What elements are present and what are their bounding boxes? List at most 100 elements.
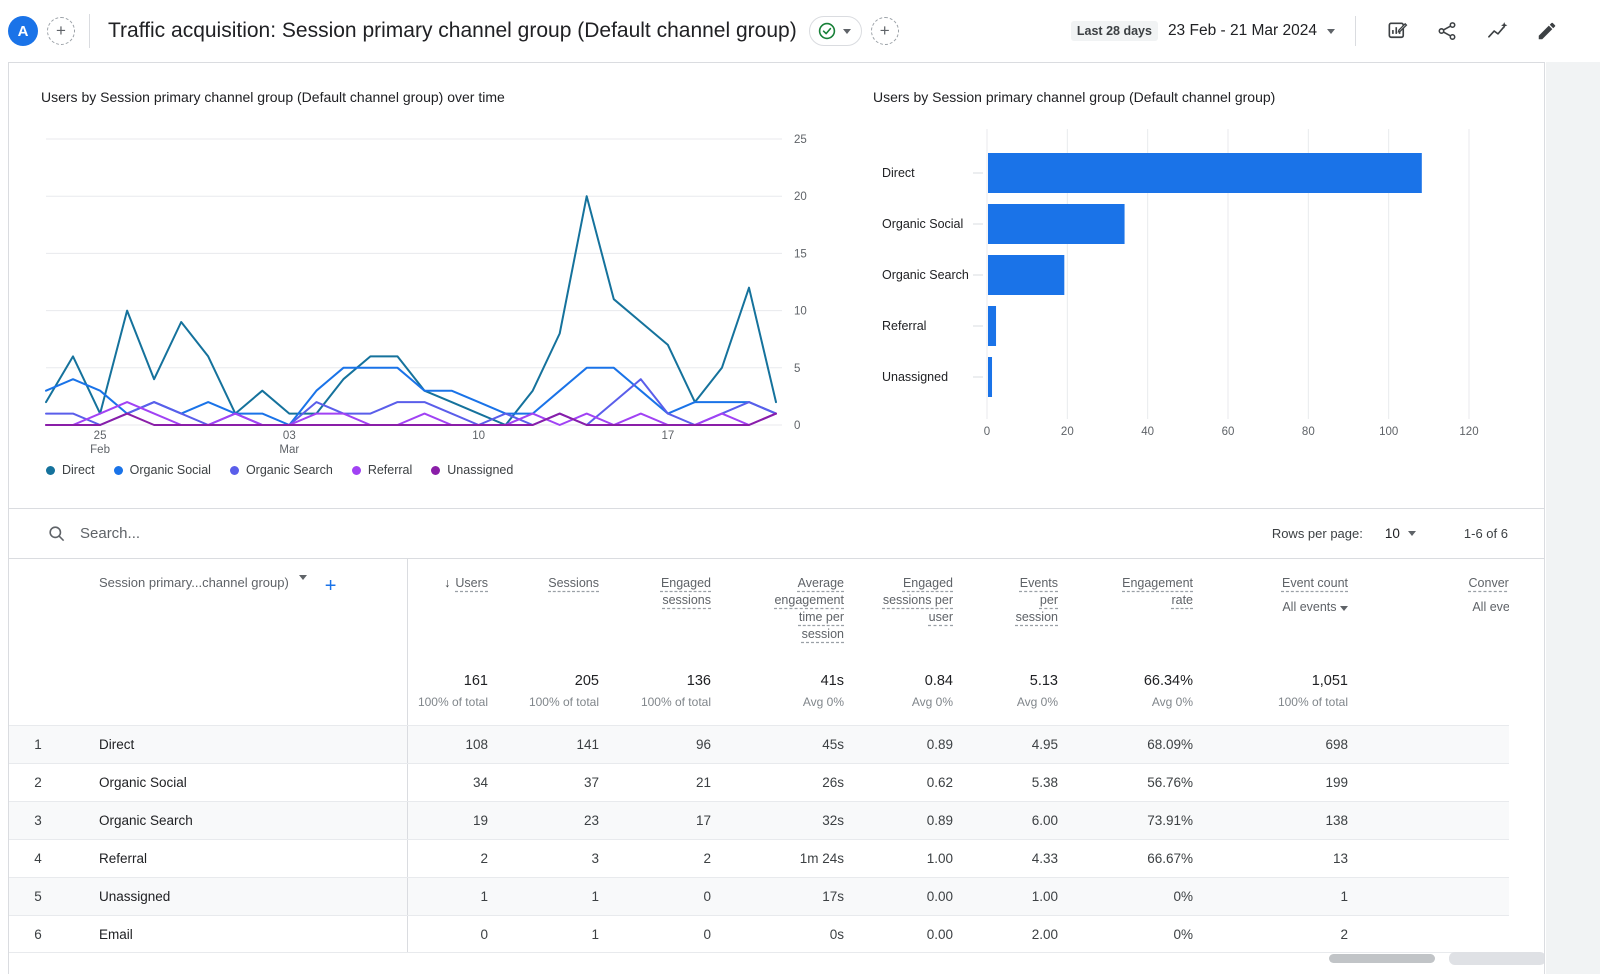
- svg-text:0: 0: [984, 426, 990, 438]
- legend-item[interactable]: Referral: [351, 463, 412, 477]
- add-comparison-button[interactable]: +: [47, 17, 75, 45]
- table-cell: 0%: [1173, 926, 1193, 942]
- totals-caption: 100% of total: [640, 695, 711, 709]
- search-input[interactable]: [80, 525, 380, 542]
- legend-item[interactable]: Unassigned: [431, 463, 513, 477]
- event-filter-select[interactable]: All events: [1368, 599, 1509, 616]
- column-header-label: Events per session: [1015, 576, 1058, 624]
- table-cell: 0.62: [926, 775, 953, 790]
- svg-text:5: 5: [794, 363, 800, 375]
- totals-caption: Avg 0%: [802, 695, 844, 709]
- insights-icon[interactable]: [1485, 19, 1509, 43]
- table-cell: 23: [583, 813, 599, 828]
- totals-caption: 100% of total: [528, 695, 599, 709]
- column-header-engagement-rate[interactable]: Engagement rate: [1074, 559, 1209, 663]
- svg-text:Mar: Mar: [279, 444, 299, 453]
- totals-value: 161: [463, 673, 488, 689]
- table-cell: 0%: [1173, 889, 1193, 904]
- table-cell: 96: [695, 737, 711, 752]
- table-cell: 698: [1325, 737, 1348, 752]
- event-filter-select[interactable]: All events: [1213, 599, 1348, 616]
- table-cell: 1: [1340, 889, 1348, 904]
- totals-value: 205: [574, 673, 599, 689]
- date-range-preset: Last 28 days: [1070, 21, 1158, 41]
- svg-text:Organic Search: Organic Search: [882, 268, 969, 282]
- column-header-event-count[interactable]: Event count All events: [1209, 559, 1364, 663]
- svg-text:10: 10: [794, 306, 807, 318]
- column-header-label: Conversions: [1468, 576, 1509, 590]
- add-dimension-icon[interactable]: +: [325, 575, 337, 598]
- totals-cell: 66.34% Avg 0%: [1074, 663, 1209, 725]
- divider: [1355, 16, 1356, 46]
- table-row: 2 Organic Social 34 37 21 26s 0.62 5.38 56.76% 19…: [9, 763, 1509, 801]
- column-header-events-per-session[interactable]: Events per session: [969, 559, 1074, 663]
- svg-text:17: 17: [661, 430, 674, 442]
- table-cell: 37: [583, 775, 599, 790]
- chevron-down-icon[interactable]: [298, 575, 307, 580]
- date-range-picker[interactable]: 23 Feb - 21 Mar 2024: [1168, 22, 1317, 40]
- svg-text:20: 20: [794, 191, 807, 203]
- svg-text:Referral: Referral: [882, 319, 926, 333]
- row-number: 3: [34, 813, 42, 828]
- column-header-engaged-sessions-per-user[interactable]: Engaged sessions per user: [860, 559, 969, 663]
- sort-descending-icon[interactable]: ↓: [444, 575, 450, 592]
- chevron-down-icon[interactable]: [1327, 28, 1335, 34]
- column-header-users[interactable]: ↓ Users: [407, 559, 504, 663]
- table-row: 1 Direct 108 141 96 45s 0.89 4.95 68.09% 698: [9, 725, 1509, 763]
- horizontal-scrollbar-thumb[interactable]: [1329, 954, 1435, 963]
- legend-item[interactable]: Direct: [46, 463, 95, 477]
- channel-name: Organic Search: [99, 813, 193, 828]
- charts-section: Users by Session primary channel group (…: [9, 63, 1544, 509]
- column-header-sessions[interactable]: Sessions: [504, 559, 615, 663]
- table-cell: 1.00: [926, 851, 953, 866]
- pagination-range: 1-6 of 6: [1463, 526, 1508, 541]
- dimension-column-header[interactable]: Session primary...channel group) +: [67, 559, 407, 663]
- table-cell: 2.00: [1031, 926, 1058, 942]
- legend-item[interactable]: Organic Search: [229, 463, 333, 477]
- svg-text:120: 120: [1459, 426, 1478, 438]
- totals-cell: 205 100% of total: [504, 663, 615, 725]
- svg-text:Direct: Direct: [882, 166, 915, 180]
- chevron-down-icon: [842, 28, 851, 34]
- column-header-label: Event count: [1281, 576, 1348, 590]
- edit-icon[interactable]: [1535, 19, 1559, 43]
- svg-text:Feb: Feb: [90, 444, 110, 453]
- row-number: 5: [34, 889, 42, 904]
- table-cell: 138: [1325, 813, 1348, 828]
- page-gutter: [1546, 62, 1600, 974]
- totals-value: 0.84: [924, 673, 953, 689]
- svg-text:20: 20: [1061, 426, 1074, 438]
- report-saved-status[interactable]: [808, 16, 862, 46]
- customize-report-button[interactable]: [1385, 19, 1409, 43]
- table-cell: 0.00: [926, 926, 953, 942]
- table-cell: 13: [1332, 851, 1348, 866]
- scrollbar-track[interactable]: [1449, 952, 1544, 965]
- legend-item[interactable]: Organic Social: [113, 463, 211, 477]
- table-cell: 0.00: [926, 889, 953, 904]
- totals-value: 41s: [820, 673, 844, 689]
- channel-name: Unassigned: [99, 889, 171, 904]
- data-table: Session primary...channel group) + ↓ Users S…: [9, 559, 1509, 953]
- bar-chart-title: Users by Session primary channel group (…: [873, 89, 1276, 105]
- table-row: 6 Email 0 1 0 0s 0.00 2.00 0% 2: [9, 915, 1509, 953]
- table-cell: 2: [407, 840, 504, 877]
- svg-text:15: 15: [794, 248, 807, 260]
- table-cell: 1m 24s: [799, 851, 844, 866]
- table-cell: 73.91%: [1147, 813, 1193, 828]
- row-number-header: [9, 559, 67, 663]
- table-cell: 1: [407, 878, 504, 915]
- rows-per-page-select[interactable]: 10: [1385, 526, 1400, 541]
- search-icon[interactable]: [47, 524, 66, 543]
- column-header-average-engagement-time-per-session[interactable]: Average engagement time per session: [727, 559, 860, 663]
- column-header-conversions[interactable]: Conversions All events: [1364, 559, 1509, 663]
- avatar[interactable]: A: [8, 16, 38, 46]
- legend-dot: [229, 465, 239, 475]
- add-tab-button[interactable]: +: [870, 17, 899, 45]
- column-header-engaged-sessions[interactable]: Engaged sessions: [615, 559, 727, 663]
- chevron-down-icon[interactable]: [1407, 531, 1416, 536]
- share-icon[interactable]: [1435, 19, 1459, 43]
- table-cell: 1: [591, 926, 599, 942]
- chevron-down-icon[interactable]: [1340, 606, 1348, 611]
- table-cell: 17s: [822, 889, 844, 904]
- divider: [89, 14, 90, 48]
